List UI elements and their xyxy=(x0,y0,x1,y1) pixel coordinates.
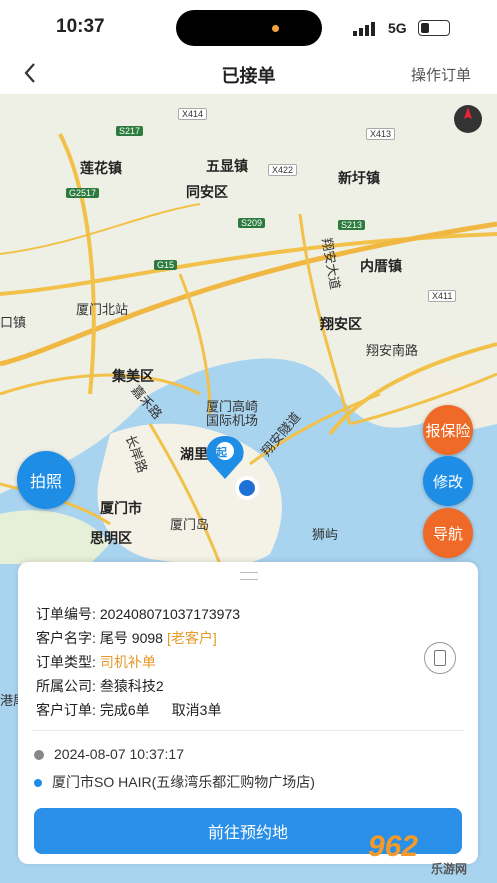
map-label: 莲花镇 xyxy=(80,160,122,176)
completed-count: 完成6单 xyxy=(99,702,150,718)
nav-bar: 已接单 操作订单 xyxy=(0,54,497,94)
order-sheet: 订单编号: 20240807103717397​3 客户名字: 尾号 9098 [老客… xyxy=(18,562,478,864)
road-tag: S217 xyxy=(116,126,144,136)
watermark-brand: 962 xyxy=(368,830,419,863)
road-tag: X422 xyxy=(268,164,298,176)
start-marker-label: 起 xyxy=(216,447,227,459)
customer-orders-row: 客户订单: 完成6单 取消3单 xyxy=(36,700,221,720)
map-label: 内厝镇 xyxy=(360,258,402,274)
dynamic-island xyxy=(176,10,322,46)
phone-icon xyxy=(434,650,446,666)
operate-order-button[interactable]: 操作订单 xyxy=(411,64,471,85)
map-label: 国际机场 xyxy=(206,413,259,428)
order-no-row: 订单编号: 20240807103717397​3 xyxy=(36,604,240,624)
company-label: 所属公司: xyxy=(36,678,96,694)
road-tag: X411 xyxy=(428,290,457,302)
divider xyxy=(32,730,464,731)
company-row: 所属公司: 叁猿科技2 xyxy=(36,676,164,696)
privacy-indicator xyxy=(272,25,279,32)
map-label: 湖里 xyxy=(180,446,208,462)
customer-name-value: 尾号 9098 xyxy=(99,630,163,646)
customer-name-row: 客户名字: 尾号 9098 [老客户] xyxy=(36,628,217,648)
map-label: 口镇 xyxy=(0,315,27,330)
map-label: 集美区 xyxy=(112,368,154,384)
map-label: 思明区 xyxy=(90,530,132,546)
map-label: 同安区 xyxy=(186,184,228,200)
map-label: 狮屿 xyxy=(312,527,339,542)
cellular-signal-icon xyxy=(353,22,375,36)
road-tag: G15 xyxy=(154,260,178,270)
road-tag: X414 xyxy=(178,108,208,120)
road-tag: S213 xyxy=(338,220,366,230)
sheet-grip[interactable] xyxy=(240,572,258,580)
insurance-button[interactable]: 报保险 xyxy=(423,405,473,455)
order-type-row: 订单类型: 司机补单 xyxy=(36,652,156,672)
network-type: 5G xyxy=(388,20,407,36)
old-customer-tag: [老客户] xyxy=(166,630,217,646)
battery-icon xyxy=(418,20,450,36)
customer-orders-label: 客户订单: xyxy=(36,702,96,718)
call-phone-button[interactable] xyxy=(424,642,456,674)
road-tag: G2517 xyxy=(66,188,100,198)
map-label: 翔安区 xyxy=(320,316,362,332)
map-label: 厦门岛 xyxy=(170,517,210,532)
modify-button[interactable]: 修改 xyxy=(423,456,473,506)
map-label: 厦门北站 xyxy=(76,302,129,317)
status-bar: 10:37 5G xyxy=(0,0,497,54)
order-no-label: 订单编号: xyxy=(36,606,96,622)
address-row: 厦门市SO HAIR(五缘湾乐都汇购物广场店) xyxy=(34,772,315,792)
map-label: 五显镇 xyxy=(206,158,248,174)
order-no-value: 20240807103717397​3 xyxy=(99,606,241,622)
order-time-row: 2024-08-07 10:37:17 xyxy=(34,746,184,762)
company-value: 叁猿科技2 xyxy=(99,678,164,694)
order-time: 2024-08-07 10:37:17 xyxy=(54,746,184,762)
map-label: 厦门市 xyxy=(100,500,142,516)
order-type-value: 司机补单 xyxy=(99,654,156,670)
road-tag: S209 xyxy=(238,218,266,228)
status-time: 10:37 xyxy=(56,16,105,37)
map-label: 翔安南路 xyxy=(366,343,419,358)
customer-name-label: 客户名字: xyxy=(36,630,96,646)
road-tag: X413 xyxy=(366,128,396,140)
map-label: 新圩镇 xyxy=(338,170,380,186)
order-type-label: 订单类型: xyxy=(36,654,96,670)
location-dot-icon xyxy=(34,779,42,788)
clock-icon xyxy=(34,750,44,761)
cancelled-count: 取消3单 xyxy=(171,702,222,718)
watermark-site: 乐游网 xyxy=(431,862,468,876)
navigate-button[interactable]: 导航 xyxy=(423,508,473,558)
pickup-address: 厦门市SO HAIR(五缘湾乐都汇购物广场店) xyxy=(52,774,315,790)
photo-button[interactable]: 拍照 xyxy=(17,451,75,509)
